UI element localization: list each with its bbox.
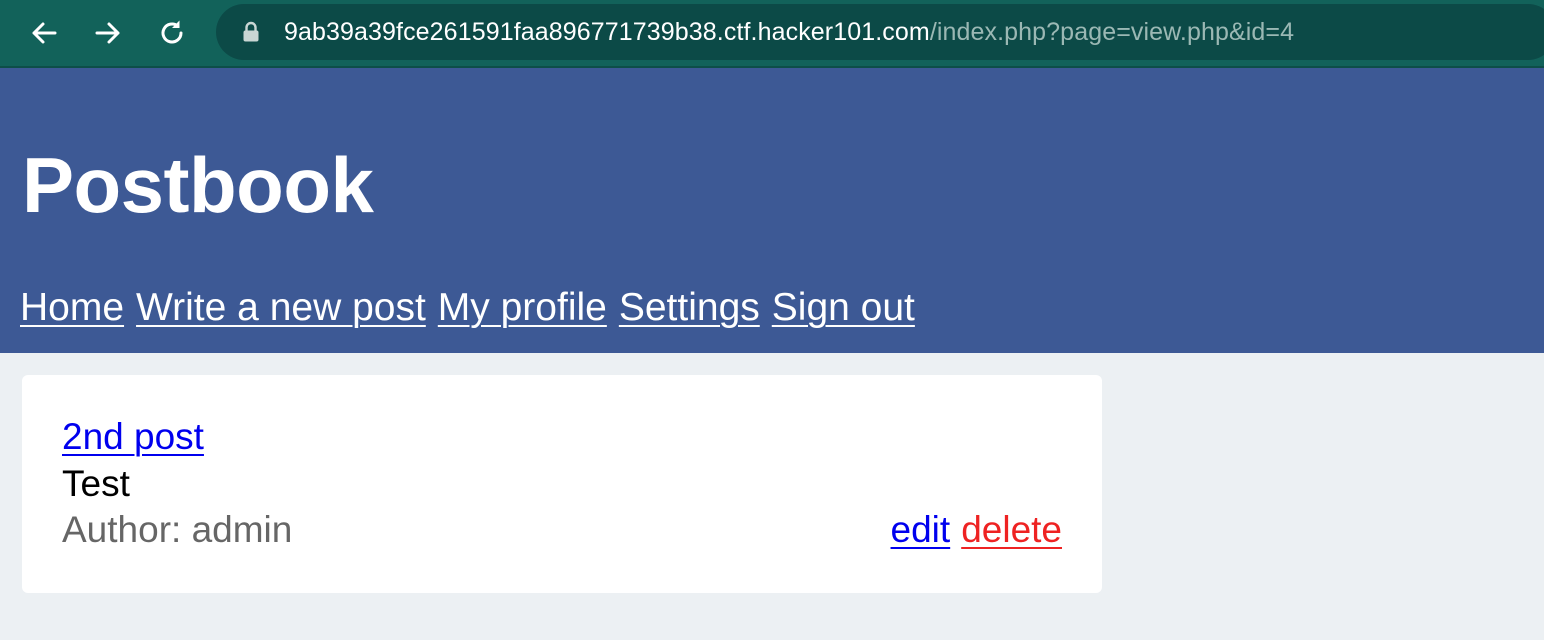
url-host: 9ab39a39fce261591faa896771739b38.ctf.hac… bbox=[284, 17, 930, 46]
post-card: 2nd post Test Author: admin edit delete bbox=[22, 375, 1102, 593]
post-author: Author: admin bbox=[62, 509, 293, 550]
site-title: Postbook bbox=[22, 141, 374, 229]
nav-my-profile-link[interactable]: My profile bbox=[438, 286, 607, 330]
forward-arrow-icon bbox=[93, 18, 123, 48]
back-button[interactable] bbox=[22, 11, 66, 55]
nav-write-post-link[interactable]: Write a new post bbox=[136, 286, 426, 330]
forward-button[interactable] bbox=[86, 11, 130, 55]
post-title-link[interactable]: 2nd post bbox=[62, 416, 204, 458]
edit-post-link[interactable]: edit bbox=[891, 509, 951, 551]
nav-home-link[interactable]: Home bbox=[20, 286, 124, 330]
back-arrow-icon bbox=[29, 18, 59, 48]
browser-toolbar: 9ab39a39fce261591faa896771739b38.ctf.hac… bbox=[0, 0, 1544, 68]
main-nav: Home Write a new post My profile Setting… bbox=[20, 286, 915, 330]
lock-icon[interactable] bbox=[242, 21, 272, 43]
site-header: Postbook Home Write a new post My profil… bbox=[0, 68, 1544, 353]
post-actions: edit delete bbox=[891, 509, 1062, 551]
url-text[interactable]: 9ab39a39fce261591faa896771739b38.ctf.hac… bbox=[284, 18, 1294, 47]
nav-sign-out-link[interactable]: Sign out bbox=[772, 286, 915, 330]
reload-button[interactable] bbox=[150, 11, 194, 55]
post-body: Test bbox=[62, 463, 130, 504]
url-path: /index.php?page=view.php&id=4 bbox=[929, 17, 1295, 46]
reload-icon bbox=[157, 18, 187, 48]
delete-post-link[interactable]: delete bbox=[961, 509, 1062, 551]
nav-settings-link[interactable]: Settings bbox=[619, 286, 760, 330]
address-bar[interactable]: 9ab39a39fce261591faa896771739b38.ctf.hac… bbox=[216, 4, 1544, 60]
